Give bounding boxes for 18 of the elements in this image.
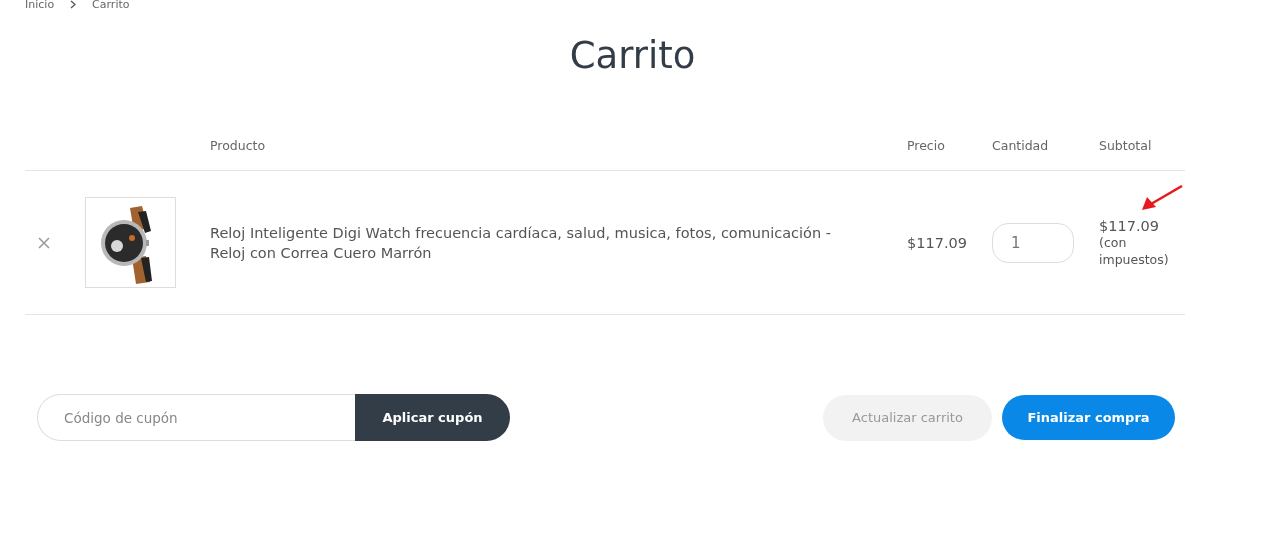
remove-icon[interactable] [38,236,50,249]
column-header: Producto [210,137,267,153]
subtotal-text: $117.09 [1099,217,1160,234]
tax-note: (con impuestos) [1099,233,1170,268]
column-header: Subtotal [1099,137,1153,153]
arrow-annotation [1141,184,1183,211]
column-header: Cantidad [992,137,1050,153]
chevron-icon [70,0,77,9]
breadcrumb-link[interactable]: Inicio [25,0,55,11]
page-title: Carrito [568,33,697,79]
breadcrumb-link[interactable]: Carrito [92,0,130,11]
column-header: Precio [907,137,946,153]
quantity-field[interactable]: 1 [992,222,1074,263]
product-name-link[interactable]: Reloj Inteligente Digi Watch frecuencia cardíaca, salud, musica, fotos, comunicación - Reloj con Correa Cuero Marrón [210,222,907,263]
coupon-field[interactable]: Código de cupón [37,394,355,441]
checkout-button[interactable]: Finalizar compra [1002,394,1175,440]
price-text: $117.09 [907,234,968,251]
apply-coupon-button[interactable]: Aplicar cupón [355,394,510,441]
